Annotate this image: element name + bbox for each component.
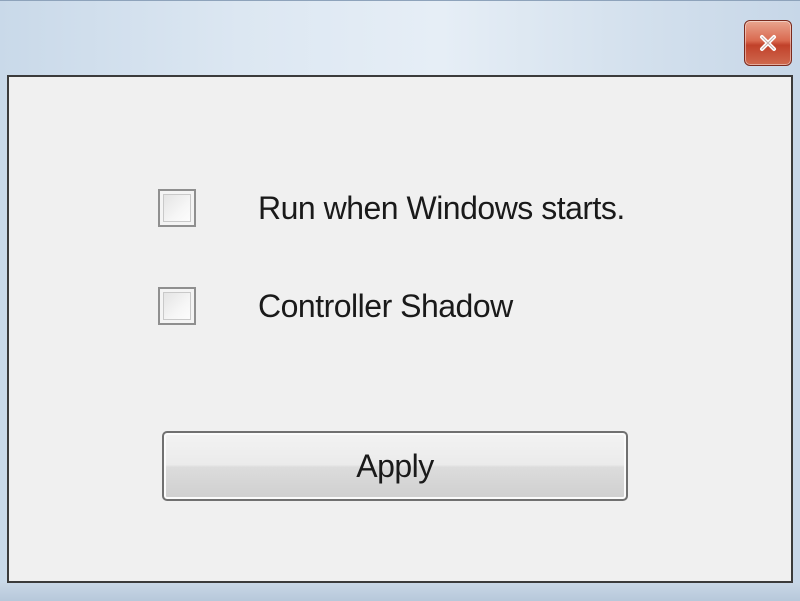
option-run-at-startup[interactable]: Run when Windows starts. xyxy=(158,188,625,228)
controller-shadow-checkbox[interactable] xyxy=(158,287,196,325)
option-controller-shadow[interactable]: Controller Shadow xyxy=(158,286,513,326)
window-bottom-frame xyxy=(0,583,800,601)
apply-button[interactable]: Apply xyxy=(162,431,628,501)
close-button[interactable] xyxy=(744,20,792,66)
controller-shadow-label[interactable]: Controller Shadow xyxy=(258,288,513,325)
settings-window: Run when Windows starts. Controller Shad… xyxy=(0,0,800,601)
close-icon xyxy=(760,35,776,51)
title-bar[interactable] xyxy=(0,1,800,75)
run-at-startup-checkbox[interactable] xyxy=(158,189,196,227)
client-area xyxy=(7,75,793,583)
run-at-startup-label[interactable]: Run when Windows starts. xyxy=(258,190,625,227)
